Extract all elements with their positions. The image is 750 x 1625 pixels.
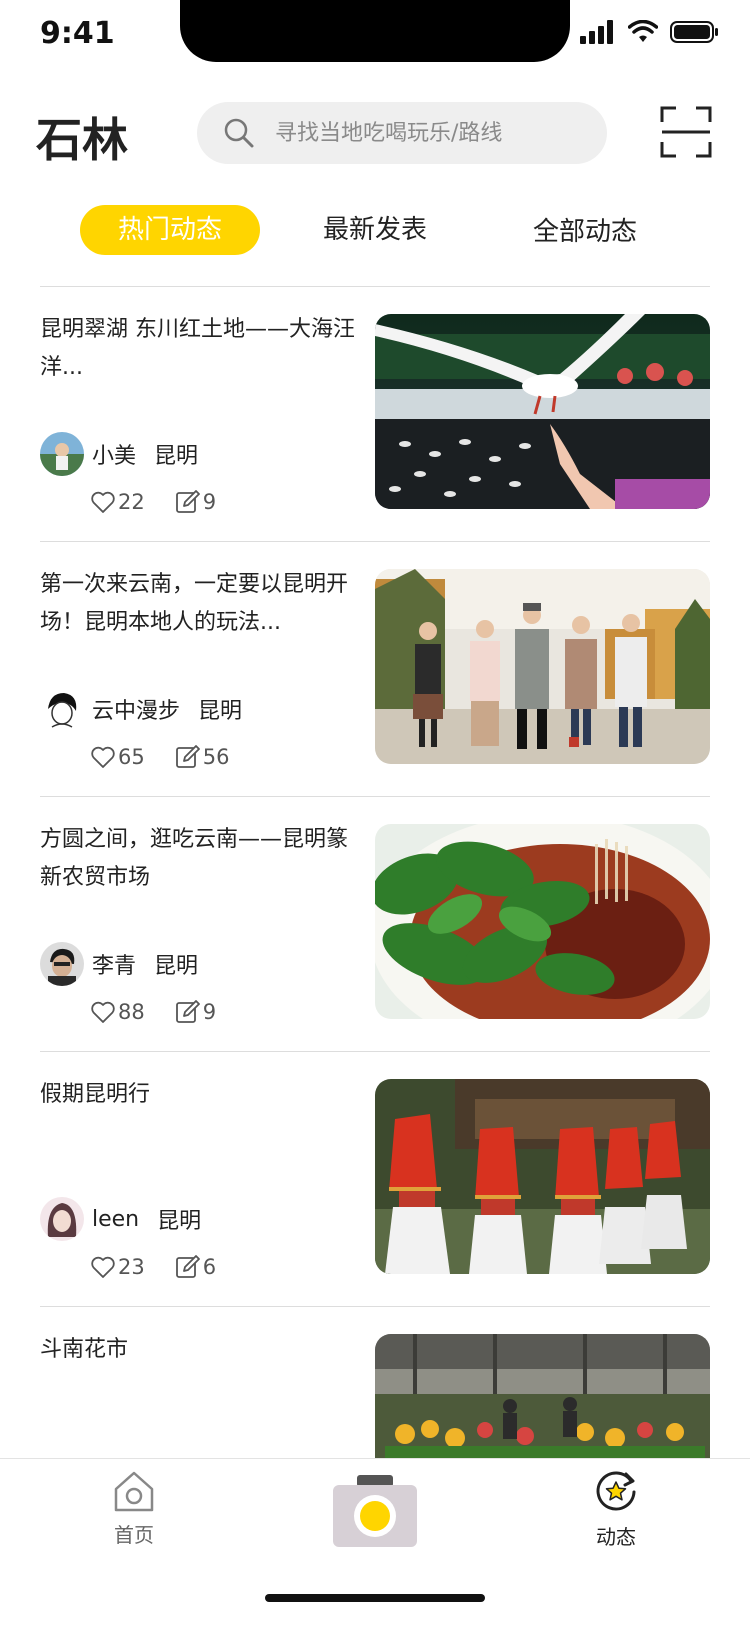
like-count: 65: [118, 745, 145, 769]
item-title[interactable]: 假期昆明行: [40, 1076, 358, 1114]
author-info[interactable]: 云中漫步 昆明: [40, 687, 242, 731]
author-name: 李青: [92, 954, 137, 979]
header: 石林: [0, 96, 750, 168]
battery-icon: [670, 21, 718, 43]
author-name: 云中漫步: [92, 699, 181, 724]
like-count: 23: [118, 1255, 145, 1279]
item-stats: 22 9: [90, 487, 216, 517]
author-city: 昆明: [154, 954, 199, 979]
nav-dynamic[interactable]: 动态: [566, 1469, 666, 1550]
group-photo[interactable]: [375, 569, 710, 764]
item-title[interactable]: 昆明翠湖 东川红土地——大海汪洋...: [40, 311, 358, 387]
signal-icon: [580, 20, 613, 44]
author-name: 小美: [92, 444, 137, 469]
status-bar: 9:41: [0, 0, 750, 70]
search-box[interactable]: [197, 102, 607, 164]
edit-icon: [175, 745, 200, 768]
tab-hot[interactable]: 热门动态: [80, 205, 260, 255]
tab-all[interactable]: 全部动态: [510, 207, 660, 257]
feed-tabs: 热门动态 最新发表 全部动态: [0, 205, 750, 257]
item-stats: 88 9: [90, 997, 216, 1027]
avatar[interactable]: [40, 942, 84, 986]
feed-item[interactable]: 假期昆明行 leen 昆明 23 6: [0, 1052, 750, 1307]
like-stat[interactable]: 88: [90, 1000, 145, 1024]
avatar[interactable]: [40, 432, 84, 476]
like-stat[interactable]: 22: [90, 490, 145, 514]
item-stats: 65 56: [90, 742, 229, 772]
scan-icon[interactable]: [660, 106, 712, 158]
like-stat[interactable]: 65: [90, 745, 145, 769]
search-input[interactable]: [273, 119, 587, 147]
search-icon: [224, 118, 254, 148]
city-title[interactable]: 石林: [36, 104, 128, 170]
wifi-icon: [628, 20, 658, 42]
item-title[interactable]: 斗南花市: [40, 1331, 358, 1369]
heart-icon: [91, 746, 115, 768]
like-count: 88: [118, 1000, 145, 1024]
author-name: leen: [92, 1206, 140, 1232]
avatar[interactable]: [40, 1197, 84, 1241]
author-info[interactable]: 李青 昆明: [40, 942, 198, 986]
dancers-photo[interactable]: [375, 1079, 710, 1274]
avatar[interactable]: [40, 687, 84, 731]
status-icons: [580, 20, 720, 44]
author-city: 昆明: [157, 1209, 202, 1234]
edit-icon: [175, 1000, 200, 1023]
heart-icon: [91, 1001, 115, 1023]
feed-item[interactable]: 昆明翠湖 东川红土地——大海汪洋... 小美 昆明 22 9: [0, 287, 750, 542]
camera-button[interactable]: [333, 1475, 417, 1547]
comment-count: 6: [202, 1255, 217, 1279]
nav-home-label: 首页: [114, 1523, 154, 1547]
refresh-star-icon: [596, 1471, 636, 1511]
comment-count: 9: [202, 1000, 217, 1024]
author-info[interactable]: leen 昆明: [40, 1197, 201, 1241]
heart-icon: [91, 1256, 115, 1278]
device-notch: [180, 0, 570, 62]
comment-stat[interactable]: 56: [175, 745, 230, 769]
comment-stat[interactable]: 9: [175, 490, 216, 514]
home-icon: [114, 1471, 154, 1512]
home-indicator: [265, 1594, 485, 1602]
item-stats: 23 6: [90, 1252, 216, 1282]
author-info[interactable]: 小美 昆明: [40, 432, 198, 476]
noodle-photo[interactable]: [375, 824, 710, 1019]
tab-latest[interactable]: 最新发表: [300, 205, 450, 255]
item-title[interactable]: 方圆之间，逛吃云南——昆明篆新农贸市场: [40, 821, 358, 897]
nav-home[interactable]: 首页: [84, 1469, 184, 1548]
heart-icon: [91, 491, 115, 513]
author-city: 昆明: [198, 699, 243, 724]
feed-item[interactable]: 第一次来云南，一定要以昆明开场！昆明本地人的玩法... 云中漫步 昆明 65 5…: [0, 542, 750, 797]
edit-icon: [175, 1255, 200, 1278]
item-title[interactable]: 第一次来云南，一定要以昆明开场！昆明本地人的玩法...: [40, 566, 358, 642]
status-time: 9:41: [40, 16, 115, 51]
comment-stat[interactable]: 6: [175, 1255, 216, 1279]
like-count: 22: [118, 490, 145, 514]
comment-stat[interactable]: 9: [175, 1000, 216, 1024]
comment-count: 9: [202, 490, 217, 514]
like-stat[interactable]: 23: [90, 1255, 145, 1279]
seagull-photo[interactable]: [375, 314, 710, 509]
author-city: 昆明: [154, 444, 199, 469]
feed-item[interactable]: 方圆之间，逛吃云南——昆明篆新农贸市场 李青 昆明 88 9: [0, 797, 750, 1052]
edit-icon: [175, 490, 200, 513]
comment-count: 56: [202, 745, 230, 769]
nav-dynamic-label: 动态: [596, 1525, 636, 1549]
